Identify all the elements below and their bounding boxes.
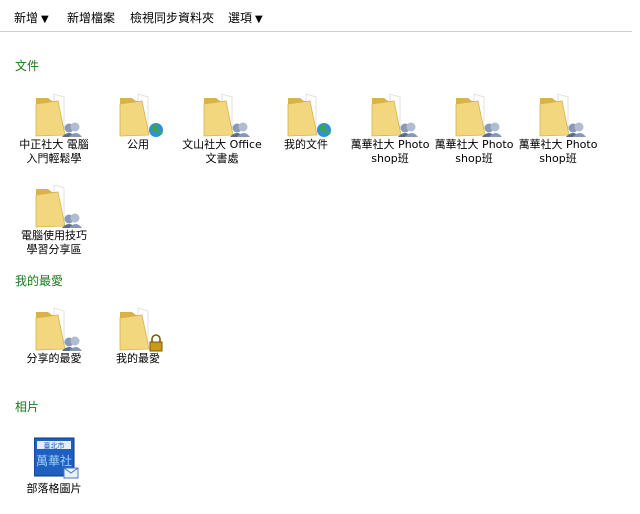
folder-label: 萬華社大 Photoshop班	[350, 138, 430, 165]
shared-folder-icon	[370, 90, 418, 138]
folder-item[interactable]: 萬華社大 Photoshop班	[518, 84, 598, 170]
album-thumb-main: 萬華社	[36, 453, 72, 468]
shared-folder-icon	[34, 181, 82, 229]
folder-label: 分享的最愛	[26, 352, 82, 365]
shared-folder-icon	[34, 304, 82, 352]
options-menu-button[interactable]: 選項 ▼	[228, 11, 263, 27]
folder-label: 萬華社大 Photoshop班	[518, 138, 598, 165]
folder-label: 萬華社大 Photoshop班	[434, 138, 514, 165]
dropdown-arrow-icon: ▼	[41, 14, 49, 25]
folder-label: 中正社大 電腦入門輕鬆學	[19, 138, 89, 165]
folder-item[interactable]: 萬華社大 Photoshop班	[434, 84, 514, 170]
dropdown-arrow-icon: ▼	[255, 14, 263, 25]
blog-album-icon: 臺北市 萬華社	[33, 434, 82, 482]
folder-item[interactable]: 文山社大 Office文書處	[182, 84, 262, 170]
options-menu-label: 選項	[228, 11, 253, 25]
new-file-button[interactable]: 新增檔案	[67, 11, 115, 25]
section-title-photos: 相片	[15, 400, 40, 414]
section-title-favorites: 我的最愛	[15, 274, 64, 288]
shared-folder-icon	[538, 90, 586, 138]
folder-label: 部落格圖片	[26, 482, 82, 495]
folder-label: 我的最愛	[116, 352, 160, 365]
album-thumb-top: 臺北市	[44, 441, 65, 450]
folder-label: 公用	[127, 138, 149, 151]
folder-label: 我的文件	[284, 138, 328, 151]
folder-item[interactable]: 中正社大 電腦入門輕鬆學	[14, 84, 94, 170]
folder-item[interactable]: 我的最愛	[98, 298, 178, 384]
new-menu-button[interactable]: 新增 ▼	[14, 11, 49, 27]
shared-folder-icon	[202, 90, 250, 138]
folder-item[interactable]: 萬華社大 Photoshop班	[350, 84, 430, 170]
view-sync-folder-button[interactable]: 檢視同步資料夾	[130, 11, 214, 25]
public-folder-icon	[118, 90, 166, 138]
folder-item[interactable]: 分享的最愛	[14, 298, 94, 384]
shared-folder-icon	[454, 90, 502, 138]
locked-folder-icon	[118, 304, 166, 352]
folder-item[interactable]: 電腦使用技巧 學習分享區	[14, 175, 94, 261]
toolbar: 新增 ▼ 新增檔案 檢視同步資料夾 選項 ▼	[0, 0, 632, 32]
section-title-documents: 文件	[15, 59, 40, 73]
folder-label: 電腦使用技巧 學習分享區	[21, 229, 87, 256]
shared-folder-icon	[34, 90, 82, 138]
folder-item[interactable]: 臺北市萬華社部落格圖片	[14, 428, 94, 514]
folder-item[interactable]: 公用	[98, 84, 178, 170]
new-menu-label: 新增	[14, 11, 39, 25]
public-folder-icon	[286, 90, 334, 138]
folder-label: 文山社大 Office文書處	[182, 138, 262, 165]
folder-item[interactable]: 我的文件	[266, 84, 346, 170]
